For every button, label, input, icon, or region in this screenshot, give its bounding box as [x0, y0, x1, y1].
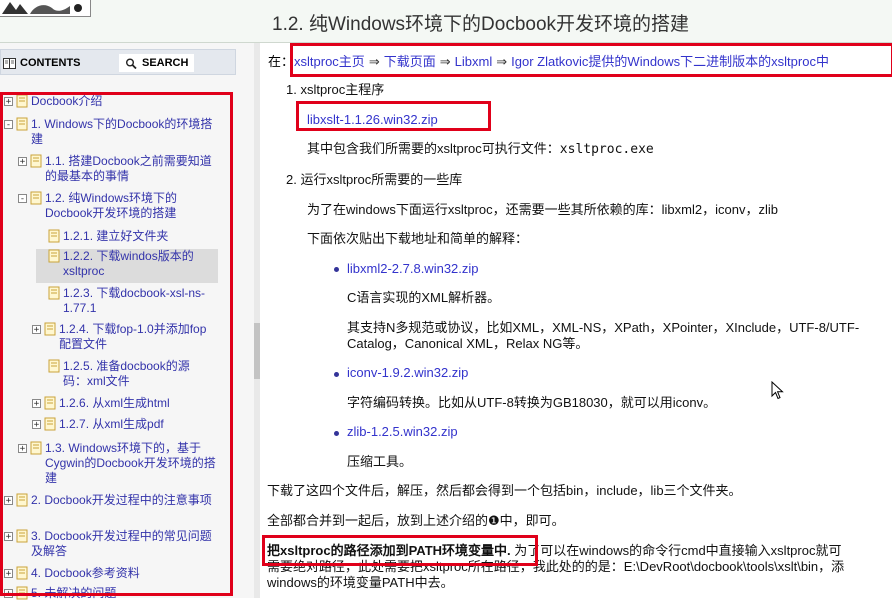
bullet-icon	[334, 372, 339, 377]
libxml2-download-link[interactable]: libxml2-2.7.8.win32.zip	[347, 261, 479, 276]
logo-image	[0, 0, 90, 16]
item2-description: 为了在windows下面运行xsltproc，还需要一些其所依赖的库：libxm…	[307, 202, 778, 217]
page-header: 1.2. 纯Windows环境下的Docbook开发环境的搭建	[0, 0, 892, 43]
page-title: 1.2. 纯Windows环境下的Docbook开发环境的搭建	[272, 14, 690, 35]
zlib-download-link[interactable]: zlib-1.2.5.win32.zip	[347, 424, 458, 439]
tab-search[interactable]: SEARCH	[119, 54, 195, 72]
mouse-cursor-icon	[771, 381, 784, 400]
item1-title: 1. xsltproc主程序	[286, 82, 385, 97]
tab-contents-label: CONTENTS	[20, 57, 81, 69]
bullet-icon	[334, 267, 339, 272]
search-icon	[126, 58, 137, 69]
item2-title: 2. 运行xsltproc所需要的一些库	[286, 172, 463, 187]
paragraph-path-line3: windows的环境变量PATH中去。	[267, 575, 454, 590]
logo	[0, 0, 91, 17]
callout-marker[interactable]: ❶	[488, 513, 500, 528]
main-content: 在：xsltproc主页 ⇒ 下载页面 ⇒ Libxml ⇒ Igor Zlatkovic提…	[262, 43, 892, 598]
sidebar-tabbar: CONTENTS SEARCH	[0, 49, 236, 75]
paragraph-extract: 下载了这四个文件后，解压，然后都会得到一个包括bin，include，lib三个…	[267, 483, 742, 498]
merge-text: 全部都合并到一起后，放到上述介绍的	[267, 513, 489, 528]
item1-desc-text: 其中包含我们所需要的xsltproc可执行文件：	[307, 141, 560, 156]
scrollbar-thumb[interactable]	[254, 323, 260, 379]
item2-intro: 下面依次贴出下载地址和简单的解释：	[307, 231, 529, 246]
xsltproc-exe-code: xsltproc.exe	[559, 142, 654, 157]
merge-text-end: 中，即可。	[499, 513, 565, 528]
tab-contents[interactable]: CONTENTS	[3, 54, 81, 72]
sidebar-scrollbar[interactable]	[254, 43, 260, 598]
left-panel: CONTENTS SEARCH + Docbook介绍 - 1. Windows…	[0, 43, 258, 600]
libxml2-specs-line1: 其支持N多规范或协议，比如XML，XML-NS，XPath，XPointer，X…	[347, 320, 860, 335]
tab-search-label: SEARCH	[142, 57, 189, 69]
breadcrumb-highlight-box	[290, 43, 892, 77]
libxml2-desc: C语言实现的XML解析器。	[347, 290, 501, 305]
iconv-download-link[interactable]: iconv-1.9.2.win32.zip	[347, 365, 468, 380]
item1-description: 其中包含我们所需要的xsltproc可执行文件：xsltproc.exe	[307, 141, 654, 158]
path-step-text: 为了可以在windows的命令行cmd中直接输入xsltproc就可	[510, 543, 842, 558]
iconv-desc: 字符编码转换。比如从UTF-8转换为GB18030，就可以用iconv。	[347, 395, 717, 410]
bullet-icon	[334, 431, 339, 436]
zlib-desc: 压缩工具。	[347, 454, 413, 469]
toc-highlight-box	[0, 92, 233, 596]
libxslt-highlight-box	[296, 101, 491, 131]
path-step-highlight-box	[262, 535, 538, 566]
libxml2-specs-line2: Catalog，Canonical XML，Relax NG等。	[347, 336, 589, 351]
book-icon	[3, 57, 16, 69]
paragraph-merge: 全部都合并到一起后，放到上述介绍的❶中，即可。	[267, 513, 565, 529]
